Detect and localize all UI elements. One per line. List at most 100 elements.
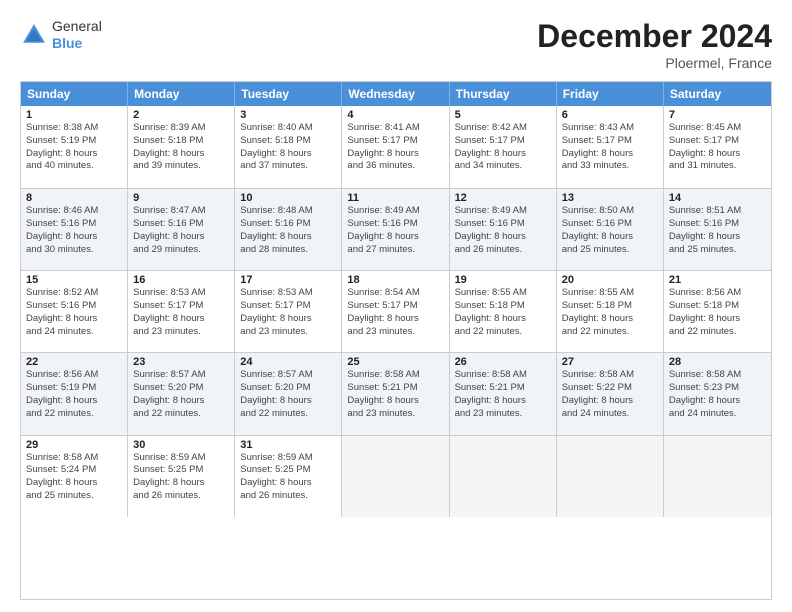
day-number: 19: [455, 274, 551, 286]
day-number: 12: [455, 192, 551, 204]
logo-text: General Blue: [52, 18, 102, 52]
cell-line: and 22 minutes.: [562, 326, 658, 339]
cell-line: Daylight: 8 hours: [26, 395, 122, 408]
cell-line: Sunset: 5:21 PM: [455, 382, 551, 395]
day-cell-14: 14Sunrise: 8:51 AMSunset: 5:16 PMDayligh…: [664, 189, 771, 270]
empty-cell: [557, 436, 664, 517]
cell-line: Daylight: 8 hours: [26, 231, 122, 244]
cell-line: Sunrise: 8:59 AM: [133, 452, 229, 465]
cell-line: Daylight: 8 hours: [133, 395, 229, 408]
cell-line: Sunrise: 8:48 AM: [240, 205, 336, 218]
day-cell-9: 9Sunrise: 8:47 AMSunset: 5:16 PMDaylight…: [128, 189, 235, 270]
cell-line: Sunrise: 8:54 AM: [347, 287, 443, 300]
cell-line: and 23 minutes.: [133, 326, 229, 339]
day-number: 29: [26, 439, 122, 451]
day-cell-2: 2Sunrise: 8:39 AMSunset: 5:18 PMDaylight…: [128, 106, 235, 188]
calendar: SundayMondayTuesdayWednesdayThursdayFrid…: [20, 81, 772, 600]
cell-line: Sunset: 5:21 PM: [347, 382, 443, 395]
cell-line: and 25 minutes.: [26, 490, 122, 503]
cell-line: Sunrise: 8:57 AM: [240, 369, 336, 382]
day-cell-13: 13Sunrise: 8:50 AMSunset: 5:16 PMDayligh…: [557, 189, 664, 270]
day-cell-24: 24Sunrise: 8:57 AMSunset: 5:20 PMDayligh…: [235, 353, 342, 434]
cell-line: Sunset: 5:19 PM: [26, 135, 122, 148]
cell-line: Daylight: 8 hours: [562, 231, 658, 244]
cell-line: and 22 minutes.: [133, 408, 229, 421]
day-number: 10: [240, 192, 336, 204]
day-cell-27: 27Sunrise: 8:58 AMSunset: 5:22 PMDayligh…: [557, 353, 664, 434]
calendar-body: 1Sunrise: 8:38 AMSunset: 5:19 PMDaylight…: [21, 106, 771, 599]
cell-line: Sunset: 5:24 PM: [26, 464, 122, 477]
cell-line: Daylight: 8 hours: [455, 395, 551, 408]
cell-line: and 29 minutes.: [133, 244, 229, 257]
cell-line: Daylight: 8 hours: [240, 477, 336, 490]
day-cell-3: 3Sunrise: 8:40 AMSunset: 5:18 PMDaylight…: [235, 106, 342, 188]
day-cell-12: 12Sunrise: 8:49 AMSunset: 5:16 PMDayligh…: [450, 189, 557, 270]
day-cell-5: 5Sunrise: 8:42 AMSunset: 5:17 PMDaylight…: [450, 106, 557, 188]
cell-line: and 24 minutes.: [669, 408, 766, 421]
cell-line: Sunrise: 8:56 AM: [669, 287, 766, 300]
cell-line: Sunrise: 8:53 AM: [133, 287, 229, 300]
day-number: 31: [240, 439, 336, 451]
day-cell-22: 22Sunrise: 8:56 AMSunset: 5:19 PMDayligh…: [21, 353, 128, 434]
cell-line: Sunset: 5:20 PM: [133, 382, 229, 395]
day-number: 23: [133, 356, 229, 368]
day-cell-10: 10Sunrise: 8:48 AMSunset: 5:16 PMDayligh…: [235, 189, 342, 270]
cell-line: Daylight: 8 hours: [562, 313, 658, 326]
cell-line: Sunrise: 8:39 AM: [133, 122, 229, 135]
day-number: 17: [240, 274, 336, 286]
day-cell-1: 1Sunrise: 8:38 AMSunset: 5:19 PMDaylight…: [21, 106, 128, 188]
cell-line: Daylight: 8 hours: [347, 231, 443, 244]
day-cell-18: 18Sunrise: 8:54 AMSunset: 5:17 PMDayligh…: [342, 271, 449, 352]
cell-line: and 22 minutes.: [26, 408, 122, 421]
cell-line: Sunset: 5:16 PM: [669, 218, 766, 231]
day-number: 28: [669, 356, 766, 368]
cell-line: Sunrise: 8:56 AM: [26, 369, 122, 382]
day-number: 6: [562, 109, 658, 121]
cell-line: Daylight: 8 hours: [26, 313, 122, 326]
cell-line: and 26 minutes.: [455, 244, 551, 257]
cell-line: Daylight: 8 hours: [347, 313, 443, 326]
cell-line: Sunrise: 8:55 AM: [562, 287, 658, 300]
header-cell-saturday: Saturday: [664, 82, 771, 106]
cell-line: Daylight: 8 hours: [240, 148, 336, 161]
header-cell-wednesday: Wednesday: [342, 82, 449, 106]
title-block: December 2024 Ploermel, France: [537, 18, 772, 71]
header: General Blue December 2024 Ploermel, Fra…: [20, 18, 772, 71]
cell-line: Sunrise: 8:49 AM: [347, 205, 443, 218]
day-number: 4: [347, 109, 443, 121]
cell-line: Sunset: 5:16 PM: [562, 218, 658, 231]
day-number: 25: [347, 356, 443, 368]
cell-line: Daylight: 8 hours: [133, 148, 229, 161]
cell-line: Sunset: 5:16 PM: [455, 218, 551, 231]
cell-line: Sunrise: 8:58 AM: [455, 369, 551, 382]
cell-line: Sunset: 5:17 PM: [455, 135, 551, 148]
cell-line: and 23 minutes.: [240, 326, 336, 339]
cell-line: Sunset: 5:16 PM: [347, 218, 443, 231]
cell-line: and 22 minutes.: [669, 326, 766, 339]
cell-line: Daylight: 8 hours: [133, 313, 229, 326]
logo-general: General: [52, 18, 102, 35]
day-number: 9: [133, 192, 229, 204]
day-cell-28: 28Sunrise: 8:58 AMSunset: 5:23 PMDayligh…: [664, 353, 771, 434]
cell-line: and 36 minutes.: [347, 160, 443, 173]
logo-icon: [20, 21, 48, 49]
day-number: 21: [669, 274, 766, 286]
cell-line: and 24 minutes.: [562, 408, 658, 421]
empty-cell: [450, 436, 557, 517]
header-cell-tuesday: Tuesday: [235, 82, 342, 106]
cell-line: Sunset: 5:20 PM: [240, 382, 336, 395]
day-cell-29: 29Sunrise: 8:58 AMSunset: 5:24 PMDayligh…: [21, 436, 128, 517]
cell-line: and 40 minutes.: [26, 160, 122, 173]
cell-line: Sunset: 5:23 PM: [669, 382, 766, 395]
cell-line: Sunrise: 8:58 AM: [669, 369, 766, 382]
day-number: 11: [347, 192, 443, 204]
day-cell-23: 23Sunrise: 8:57 AMSunset: 5:20 PMDayligh…: [128, 353, 235, 434]
cell-line: Sunset: 5:17 PM: [347, 135, 443, 148]
cell-line: Sunrise: 8:57 AM: [133, 369, 229, 382]
cell-line: and 22 minutes.: [240, 408, 336, 421]
cell-line: Sunrise: 8:43 AM: [562, 122, 658, 135]
cell-line: Sunrise: 8:46 AM: [26, 205, 122, 218]
cell-line: Sunrise: 8:42 AM: [455, 122, 551, 135]
day-cell-20: 20Sunrise: 8:55 AMSunset: 5:18 PMDayligh…: [557, 271, 664, 352]
day-cell-19: 19Sunrise: 8:55 AMSunset: 5:18 PMDayligh…: [450, 271, 557, 352]
